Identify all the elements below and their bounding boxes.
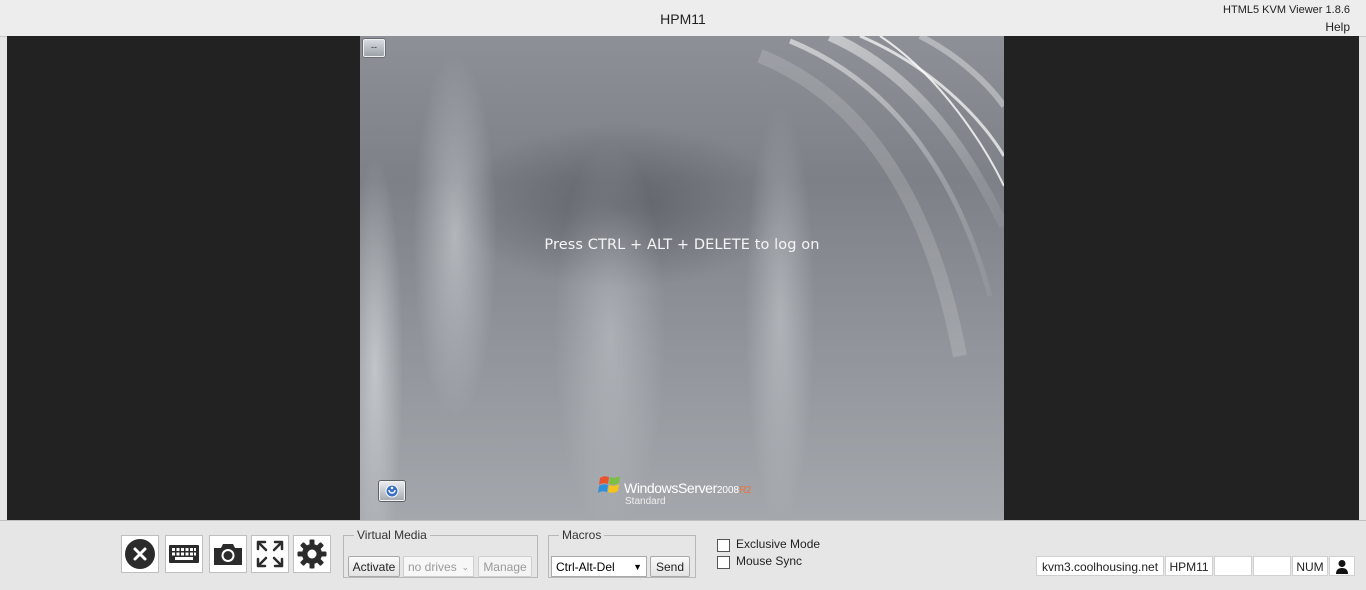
expand-arrows-icon: [256, 540, 284, 568]
exclusive-mode-checkbox[interactable]: [717, 539, 730, 552]
camera-icon: [214, 544, 242, 565]
user-icon: [1336, 560, 1348, 574]
exclusive-mode-label: Exclusive Mode: [736, 537, 821, 551]
drives-select[interactable]: no drives ⌄: [403, 556, 474, 577]
brand-release: R2: [739, 485, 752, 496]
activate-button[interactable]: Activate: [348, 556, 400, 577]
manage-button[interactable]: Manage: [478, 556, 532, 577]
logon-message: Press CTRL + ALT + DELETE to log on: [544, 237, 820, 253]
macro-select-value: Ctrl-Alt-Del: [556, 560, 615, 574]
background-swirl: [757, 36, 1004, 358]
brand-year: 2008: [716, 485, 740, 496]
chevron-down-icon: ⌄: [461, 562, 469, 572]
screenshot-button[interactable]: [209, 535, 247, 573]
settings-button[interactable]: [293, 535, 331, 573]
virtual-media-group: Virtual Media Activate no drives ⌄ Manage: [343, 528, 538, 578]
close-circle-icon: [125, 539, 155, 569]
page-title: HPM11: [660, 11, 706, 27]
brand-product: WindowsServer: [624, 480, 717, 496]
macro-select[interactable]: Ctrl-Alt-Del ▼: [551, 556, 647, 577]
mouse-sync-label: Mouse Sync: [736, 554, 803, 568]
ease-of-access-icon: [385, 484, 399, 498]
drives-select-value: no drives: [408, 560, 457, 574]
viewer-version: HTML5 KVM Viewer 1.8.6: [1223, 4, 1350, 16]
minimize-overlay-button[interactable]: --: [363, 39, 385, 57]
status-indicator-1: [1214, 556, 1252, 576]
remote-screen[interactable]: -- Press CTRL + ALT + DELETE to log on W…: [360, 36, 1004, 520]
brand-edition: Standard: [625, 496, 666, 507]
fullscreen-button[interactable]: [251, 535, 289, 573]
virtual-media-legend: Virtual Media: [357, 528, 427, 542]
gear-icon: [297, 539, 327, 569]
ease-of-access-button[interactable]: [379, 481, 405, 501]
windows-flag-icon: [598, 476, 620, 493]
disconnect-button[interactable]: [121, 535, 159, 573]
virtual-keyboard-button[interactable]: [165, 535, 203, 573]
send-macro-button[interactable]: Send: [650, 556, 690, 577]
status-host: kvm3.coolhousing.net: [1036, 556, 1164, 576]
chevron-down-icon: ▼: [633, 562, 642, 572]
macros-legend: Macros: [562, 528, 602, 542]
kvm-viewport: -- Press CTRL + ALT + DELETE to log on W…: [7, 36, 1359, 520]
title-bar: HPM11 HTML5 KVM Viewer 1.8.6 Help: [0, 0, 1366, 37]
status-indicator-2: [1253, 556, 1291, 576]
status-server: HPM11: [1165, 556, 1213, 576]
status-user[interactable]: [1329, 556, 1355, 576]
bottom-toolbar: Virtual Media Activate no drives ⌄ Manage…: [0, 520, 1366, 590]
mouse-sync-checkbox[interactable]: [717, 556, 730, 569]
help-link[interactable]: Help: [1325, 20, 1350, 34]
brand-name: WindowsServer2008R2: [624, 480, 751, 496]
windows-server-logo: WindowsServer2008R2 Standard: [598, 472, 778, 512]
status-num-lock: NUM: [1292, 556, 1328, 576]
keyboard-icon: [169, 545, 199, 563]
macros-group: Macros Ctrl-Alt-Del ▼ Send: [548, 528, 696, 578]
